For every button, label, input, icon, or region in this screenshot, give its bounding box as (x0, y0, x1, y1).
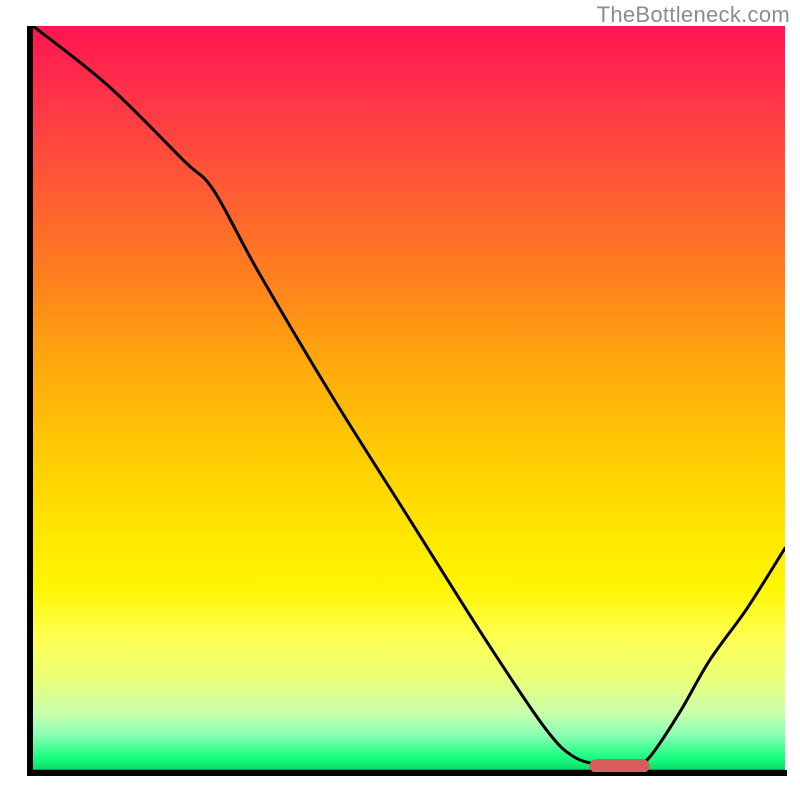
watermark-text: TheBottleneck.com (597, 2, 790, 28)
plot-overlay (33, 26, 785, 772)
chart-frame: TheBottleneck.com (0, 0, 800, 800)
optimum-marker (590, 759, 650, 772)
bottleneck-curve (33, 26, 785, 765)
